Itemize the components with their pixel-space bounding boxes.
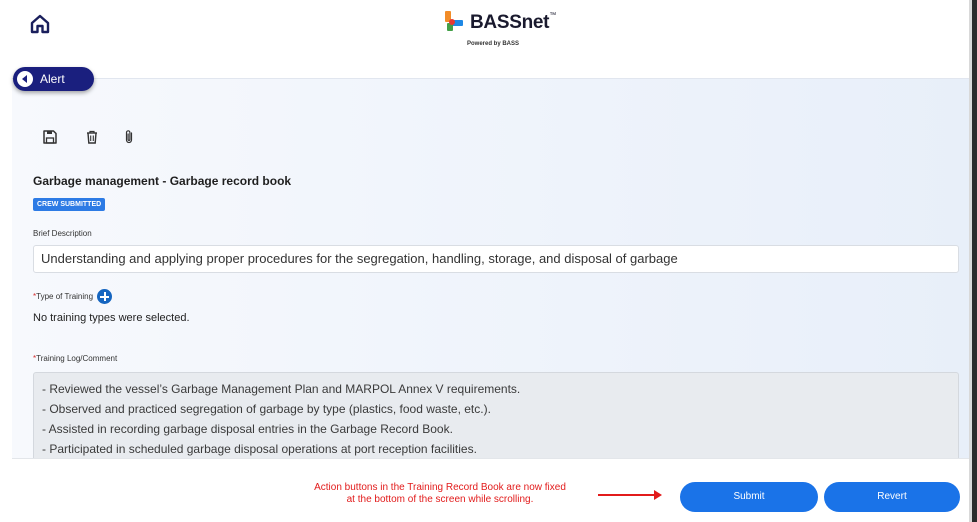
training-log-line: - Participated in scheduled garbage disp… <box>42 442 477 456</box>
bassnet-logo-icon <box>445 11 463 31</box>
annotation-note-line: Action buttons in the Training Record Bo… <box>314 482 566 493</box>
brand-trademark: ™ <box>549 12 556 19</box>
bassnet-logo: BASSnet™ Powered by BASS <box>443 8 563 56</box>
brief-description-field[interactable]: Understanding and applying proper proced… <box>33 245 959 273</box>
training-log-field[interactable]: - Reviewed the vessel’s Garbage Manageme… <box>33 372 959 462</box>
status-badge: CREW SUBMITTED <box>33 198 106 211</box>
save-icon[interactable] <box>42 129 58 145</box>
add-training-type-button[interactable] <box>97 289 112 304</box>
trash-icon[interactable] <box>84 129 100 145</box>
annotation-note-line: at the bottom of the screen while scroll… <box>346 494 534 505</box>
alert-button[interactable]: Alert <box>13 67 94 91</box>
training-log-line: - Assisted in recording garbage disposal… <box>42 422 453 436</box>
paperclip-icon[interactable] <box>121 129 137 145</box>
arrow-right-icon <box>598 490 662 500</box>
page-title: Garbage management - Garbage record book <box>33 174 292 188</box>
top-bar: BASSnet™ Powered by BASS <box>0 0 977 78</box>
home-icon[interactable] <box>28 12 52 36</box>
training-log-line: - Reviewed the vessel’s Garbage Manageme… <box>42 382 521 396</box>
type-of-training-label: *Type of Training <box>33 292 94 301</box>
submit-button[interactable]: Submit <box>680 482 818 512</box>
brand-name: BASSnet™ <box>470 12 556 33</box>
brand-tagline: Powered by BASS <box>467 41 520 47</box>
training-log-line: - Observed and practiced segregation of … <box>42 402 491 416</box>
window-edge <box>972 0 977 522</box>
annotation-note: Action buttons in the Training Record Bo… <box>290 482 590 506</box>
revert-button[interactable]: Revert <box>824 482 960 512</box>
chevron-left-icon <box>17 71 33 87</box>
alert-label: Alert <box>40 72 65 86</box>
no-training-types-text: No training types were selected. <box>33 312 190 324</box>
brief-description-label: Brief Description <box>33 229 92 238</box>
training-log-label: *Training Log/Comment <box>33 354 118 363</box>
